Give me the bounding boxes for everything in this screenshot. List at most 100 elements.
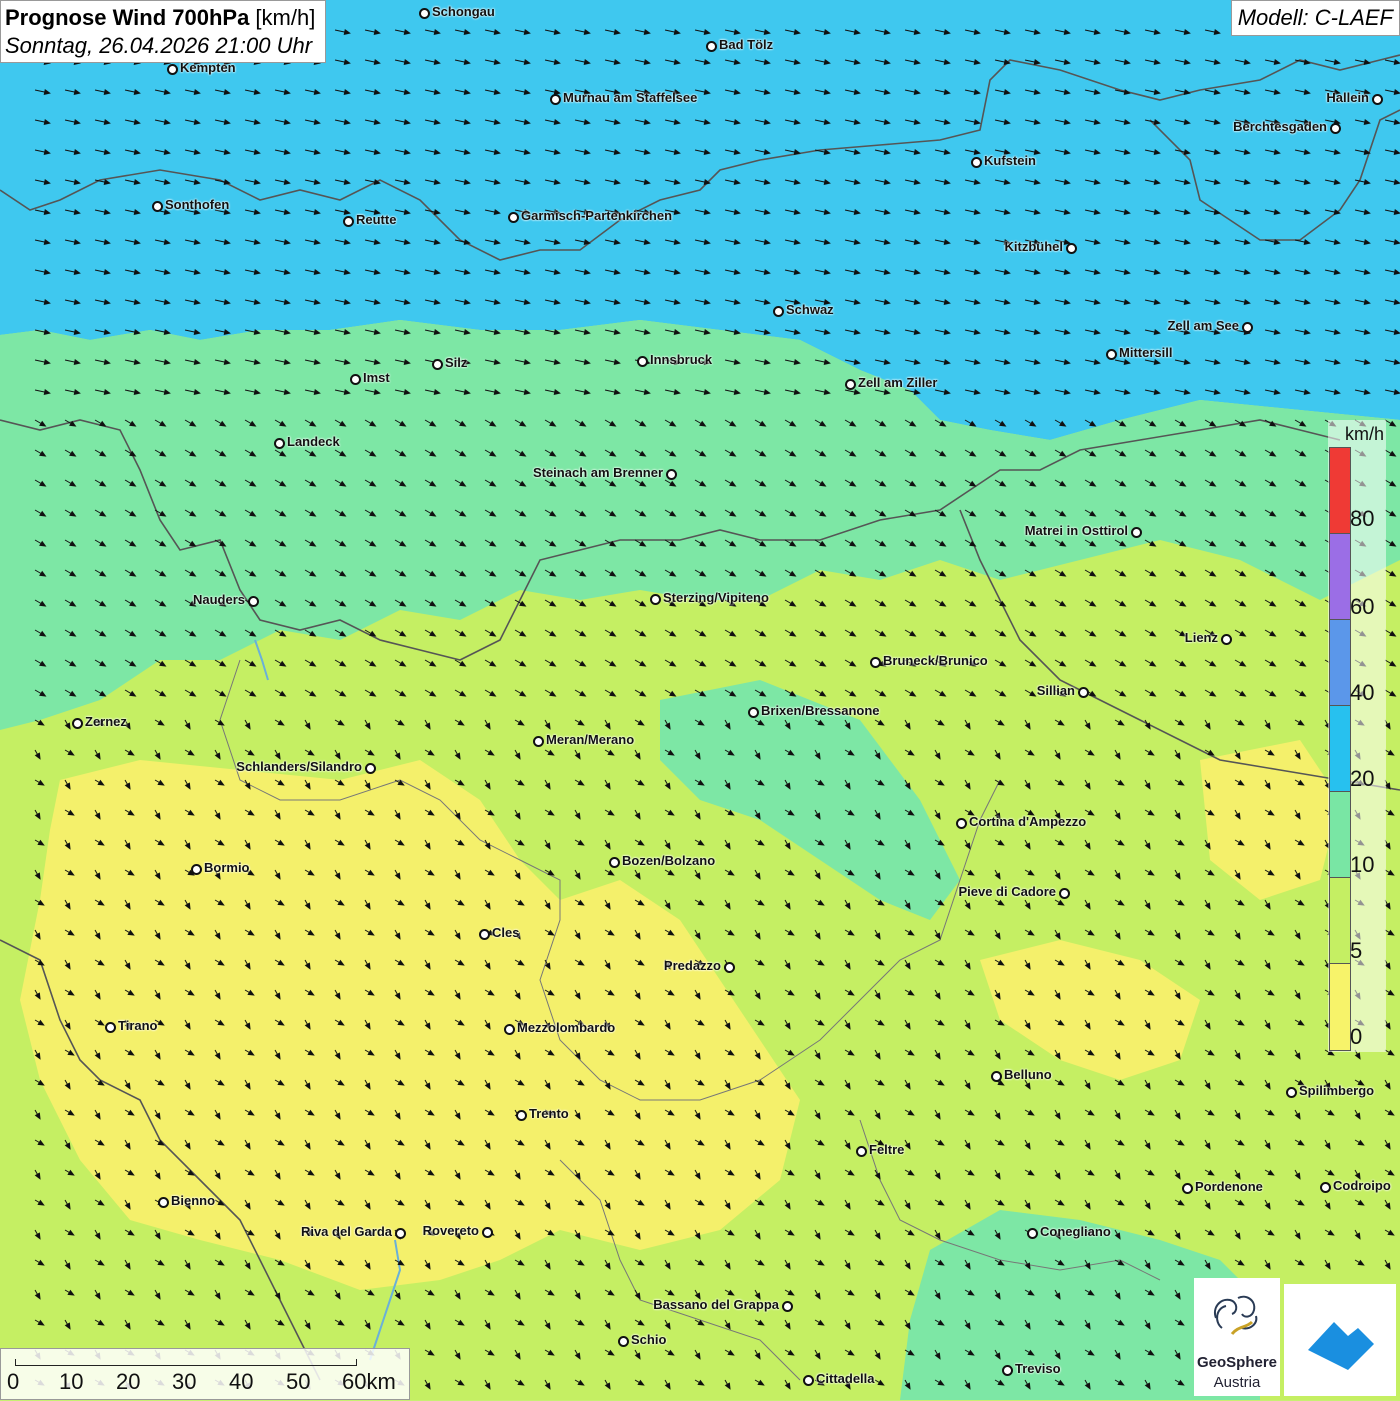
city-label: Spilimbergo xyxy=(1299,1083,1375,1098)
city-marker-icon xyxy=(167,64,178,75)
city-label: Mezzolombardo xyxy=(517,1020,616,1035)
city-label: Brixen/Bressanone xyxy=(761,703,880,718)
city-marker-icon xyxy=(479,929,490,940)
scale-label-20: 20 xyxy=(116,1369,141,1394)
city-label: Trento xyxy=(529,1106,569,1121)
city-marker-icon xyxy=(350,374,361,385)
scale-label-0: 0 xyxy=(7,1369,20,1394)
city-marker-icon xyxy=(1372,94,1383,105)
geosphere-swirl-icon xyxy=(1214,1295,1258,1335)
geosphere-logo: GeoSphere Austria xyxy=(1194,1278,1280,1396)
city-label: Silz xyxy=(445,355,468,370)
city-label: Imst xyxy=(363,370,390,385)
city-label: Berchtesgaden xyxy=(1233,119,1327,134)
city-marker-icon xyxy=(845,379,856,390)
city-marker-icon xyxy=(432,359,443,370)
city-label: Innsbruck xyxy=(650,352,713,367)
city-label: Cortina d'Ampezzo xyxy=(969,814,1087,829)
legend-segment-80 xyxy=(1329,447,1351,534)
city-label: Predazzo xyxy=(663,958,721,973)
legend-segment-10 xyxy=(1329,791,1351,878)
city-label: Zell am See xyxy=(1167,318,1239,333)
city-marker-icon xyxy=(1221,634,1232,645)
city-label: Bienno xyxy=(171,1193,216,1208)
city-label: Garmisch-Partenkirchen xyxy=(521,208,673,223)
scale-label-50: 50 xyxy=(286,1369,311,1394)
geosphere-name-line2: Austria xyxy=(1213,1374,1261,1391)
city-marker-icon xyxy=(274,438,285,449)
map-subtitle: Sonntag, 26.04.2026 21:00 Uhr xyxy=(5,33,313,58)
city-label: Hallein xyxy=(1326,90,1369,105)
city-marker-icon xyxy=(971,157,982,168)
city-marker-icon xyxy=(516,1110,527,1121)
city-label: Schongau xyxy=(432,4,495,19)
city-label: Sillian xyxy=(1036,683,1075,698)
city-marker-icon xyxy=(419,8,430,19)
legend-label-40: 40 xyxy=(1350,680,1375,705)
city-marker-icon xyxy=(1131,527,1142,538)
title-box: Prognose Wind 700hPa [km/h] Sonntag, 26.… xyxy=(0,0,327,63)
city-label: Treviso xyxy=(1015,1361,1061,1376)
city-marker-icon xyxy=(782,1301,793,1312)
city-label: Schwaz xyxy=(786,302,834,317)
city-marker-icon xyxy=(152,201,163,212)
city-marker-icon xyxy=(1002,1365,1013,1376)
city-label: Tirano xyxy=(118,1018,158,1033)
city-label: Bad Tölz xyxy=(719,37,774,52)
city-label: Mittersill xyxy=(1119,345,1173,360)
city-marker-icon xyxy=(158,1197,169,1208)
city-marker-icon xyxy=(1059,888,1070,899)
city-label: Matrei in Osttirol xyxy=(1024,523,1128,538)
city-marker-icon xyxy=(248,596,259,607)
city-label: Codroipo xyxy=(1333,1178,1391,1193)
city-marker-icon xyxy=(618,1336,629,1347)
city-marker-icon xyxy=(365,763,376,774)
legend-segment-60 xyxy=(1329,533,1351,620)
city-marker-icon xyxy=(105,1022,116,1033)
city-marker-icon xyxy=(1242,322,1253,333)
city-marker-icon xyxy=(1106,349,1117,360)
city-marker-icon xyxy=(550,94,561,105)
legend-label-60: 60 xyxy=(1350,594,1375,619)
scale-label-40: 40 xyxy=(229,1369,254,1394)
city-label: Murnau am Staffelsee xyxy=(563,90,698,105)
city-label: Steinach am Brenner xyxy=(532,465,663,480)
legend-label-5: 5 xyxy=(1350,938,1363,963)
city-label: Sonthofen xyxy=(165,197,230,212)
city-label: Reutte xyxy=(356,212,397,227)
city-label: Bruneck/Brunico xyxy=(883,653,988,668)
city-label: Zernez xyxy=(85,714,127,729)
city-marker-icon xyxy=(1066,243,1077,254)
legend-unit: km/h xyxy=(1344,424,1384,444)
scale-line xyxy=(15,1359,357,1366)
city-label: Cles xyxy=(492,925,520,940)
legend-label-80: 80 xyxy=(1350,506,1375,531)
city-label: Nauders xyxy=(192,592,245,607)
city-marker-icon xyxy=(343,216,354,227)
city-marker-icon xyxy=(1320,1182,1331,1193)
legend-segment-0 xyxy=(1329,963,1351,1051)
city-marker-icon xyxy=(482,1227,493,1238)
scale-label-10: 10 xyxy=(59,1369,84,1394)
map-title: Prognose Wind 700hPa [km/h] xyxy=(5,5,316,30)
city-marker-icon xyxy=(637,356,648,367)
city-label: Bozen/Bolzano xyxy=(622,853,716,868)
legend-label-0: 0 xyxy=(1350,1024,1363,1049)
legend-label-20: 20 xyxy=(1350,766,1375,791)
city-marker-icon xyxy=(666,469,677,480)
city-marker-icon xyxy=(650,594,661,605)
city-marker-icon xyxy=(508,212,519,223)
legend-segment-5 xyxy=(1329,877,1351,964)
city-marker-icon xyxy=(724,962,735,973)
scale-label-60km: 60km xyxy=(342,1369,396,1394)
city-label: Sterzing/Vipiteno xyxy=(663,590,769,605)
city-marker-icon xyxy=(1286,1087,1297,1098)
model-label: Modell: C-LAEF xyxy=(1230,0,1400,36)
city-label: Schio xyxy=(631,1332,667,1347)
app-logo xyxy=(1284,1284,1396,1396)
city-label: Kempten xyxy=(180,60,236,75)
scale-label-30: 30 xyxy=(172,1369,197,1394)
city-label: Feltre xyxy=(869,1142,905,1157)
city-marker-icon xyxy=(1182,1183,1193,1194)
city-label: Cittadella xyxy=(816,1371,875,1386)
